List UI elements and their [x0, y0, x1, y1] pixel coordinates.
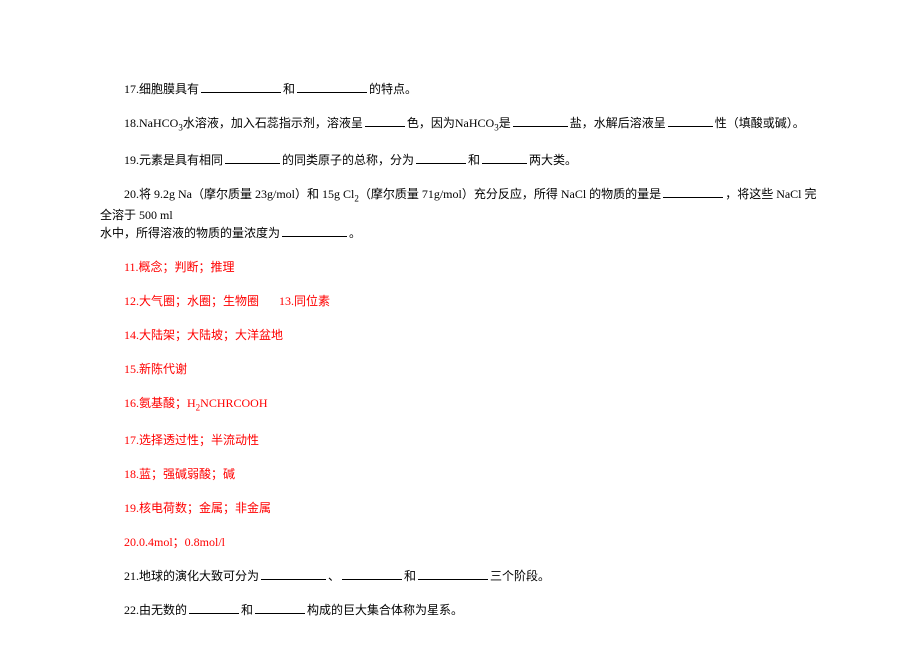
question-text: 地球的演化大致可分为	[139, 569, 259, 583]
blank-field	[342, 568, 402, 580]
question-text: 细胞膜具有	[139, 82, 199, 96]
answer-text: 16.氨基酸；H	[124, 396, 196, 410]
blank-field	[189, 602, 239, 614]
answer-text: 15.新陈代谢	[124, 362, 187, 376]
question-text: 的特点。	[369, 82, 417, 96]
blank-field	[297, 81, 367, 93]
answer-text: NCHRCOOH	[200, 396, 267, 410]
question-text: 是	[499, 116, 511, 130]
answer-11: 11.概念；判断；推理	[100, 258, 820, 276]
question-20: 20.将 9.2g Na（摩尔质量 23g/mol）和 15g Cl2（摩尔质量…	[100, 185, 820, 242]
answer-text: 18.蓝；强碱弱酸；碱	[124, 467, 235, 481]
blank-field	[365, 115, 405, 127]
answer-text: 11.概念；判断；推理	[124, 260, 235, 274]
answer-16: 16.氨基酸；H2NCHRCOOH	[100, 394, 820, 415]
answer-text: 20.0.4mol；0.8mol/l	[124, 535, 225, 549]
answer-17: 17.选择透过性；半流动性	[100, 431, 820, 449]
question-number: 18.	[124, 116, 139, 130]
question-text: 将 9.2g Na（摩尔质量 23g/mol）和 15g Cl	[139, 187, 354, 201]
answer-19: 19.核电荷数；金属；非金属	[100, 499, 820, 517]
blank-field	[261, 568, 326, 580]
answer-14: 14.大陆架；大陆坡；大洋盆地	[100, 326, 820, 344]
question-text: 和	[468, 153, 480, 167]
question-text: 两大类。	[529, 153, 577, 167]
question-21: 21.地球的演化大致可分为 、 和 三个阶段。	[100, 567, 820, 585]
blank-field	[225, 152, 280, 164]
question-text: 构成的巨大集合体称为星系。	[307, 603, 463, 617]
blank-field	[416, 152, 466, 164]
question-text: 盐，水解后溶液呈	[570, 116, 666, 130]
answer-text: 19.核电荷数；金属；非金属	[124, 501, 271, 515]
question-text: 性（填酸或碱）。	[715, 116, 805, 130]
answer-text: 17.选择透过性；半流动性	[124, 433, 259, 447]
question-text: 和	[241, 603, 253, 617]
question-number: 21.	[124, 569, 139, 583]
answer-20: 20.0.4mol；0.8mol/l	[100, 533, 820, 551]
blank-field	[482, 152, 527, 164]
blank-field	[282, 225, 347, 237]
blank-field	[255, 602, 305, 614]
question-text: 水溶液，加入石蕊指示剂，溶液呈	[183, 116, 363, 130]
blank-field	[663, 186, 723, 198]
blank-field	[418, 568, 488, 580]
question-text: 色，因为NaHCO	[407, 116, 494, 130]
question-17: 17.细胞膜具有 和 的特点。	[100, 80, 820, 98]
answer-text: 13.同位素	[279, 294, 330, 308]
question-text: 三个阶段。	[490, 569, 550, 583]
question-text: 和	[283, 82, 295, 96]
question-text: （摩尔质量 71g/mol）充分反应，所得 NaCl 的物质的量是	[359, 187, 661, 201]
question-19: 19.元素是具有相同 的同类原子的总称，分为 和 两大类。	[100, 151, 820, 169]
blank-field	[201, 81, 281, 93]
question-text: 的同类原子的总称，分为	[282, 153, 414, 167]
question-text: 元素是具有相同	[139, 153, 223, 167]
question-22: 22.由无数的 和 构成的巨大集合体称为星系。	[100, 601, 820, 619]
question-text: NaHCO	[139, 116, 178, 130]
answer-12-13: 12.大气圈；水圈；生物圈 13.同位素	[100, 292, 820, 310]
question-number: 17.	[124, 82, 139, 96]
question-number: 19.	[124, 153, 139, 167]
question-number: 22.	[124, 603, 139, 617]
question-text: 、	[328, 569, 340, 583]
answer-18: 18.蓝；强碱弱酸；碱	[100, 465, 820, 483]
blank-field	[513, 115, 568, 127]
answer-text: 14.大陆架；大陆坡；大洋盆地	[124, 328, 283, 342]
blank-field	[668, 115, 713, 127]
question-text: 水中，所得溶液的物质的量浓度为	[100, 226, 280, 240]
question-text: 由无数的	[139, 603, 187, 617]
answer-text: 12.大气圈；水圈；生物圈	[124, 294, 259, 308]
question-number: 20.	[124, 187, 139, 201]
question-18: 18.NaHCO3水溶液，加入石蕊指示剂，溶液呈色，因为NaHCO3是盐，水解后…	[100, 114, 820, 135]
question-text: 和	[404, 569, 416, 583]
answer-15: 15.新陈代谢	[100, 360, 820, 378]
question-text: 。	[349, 226, 361, 240]
